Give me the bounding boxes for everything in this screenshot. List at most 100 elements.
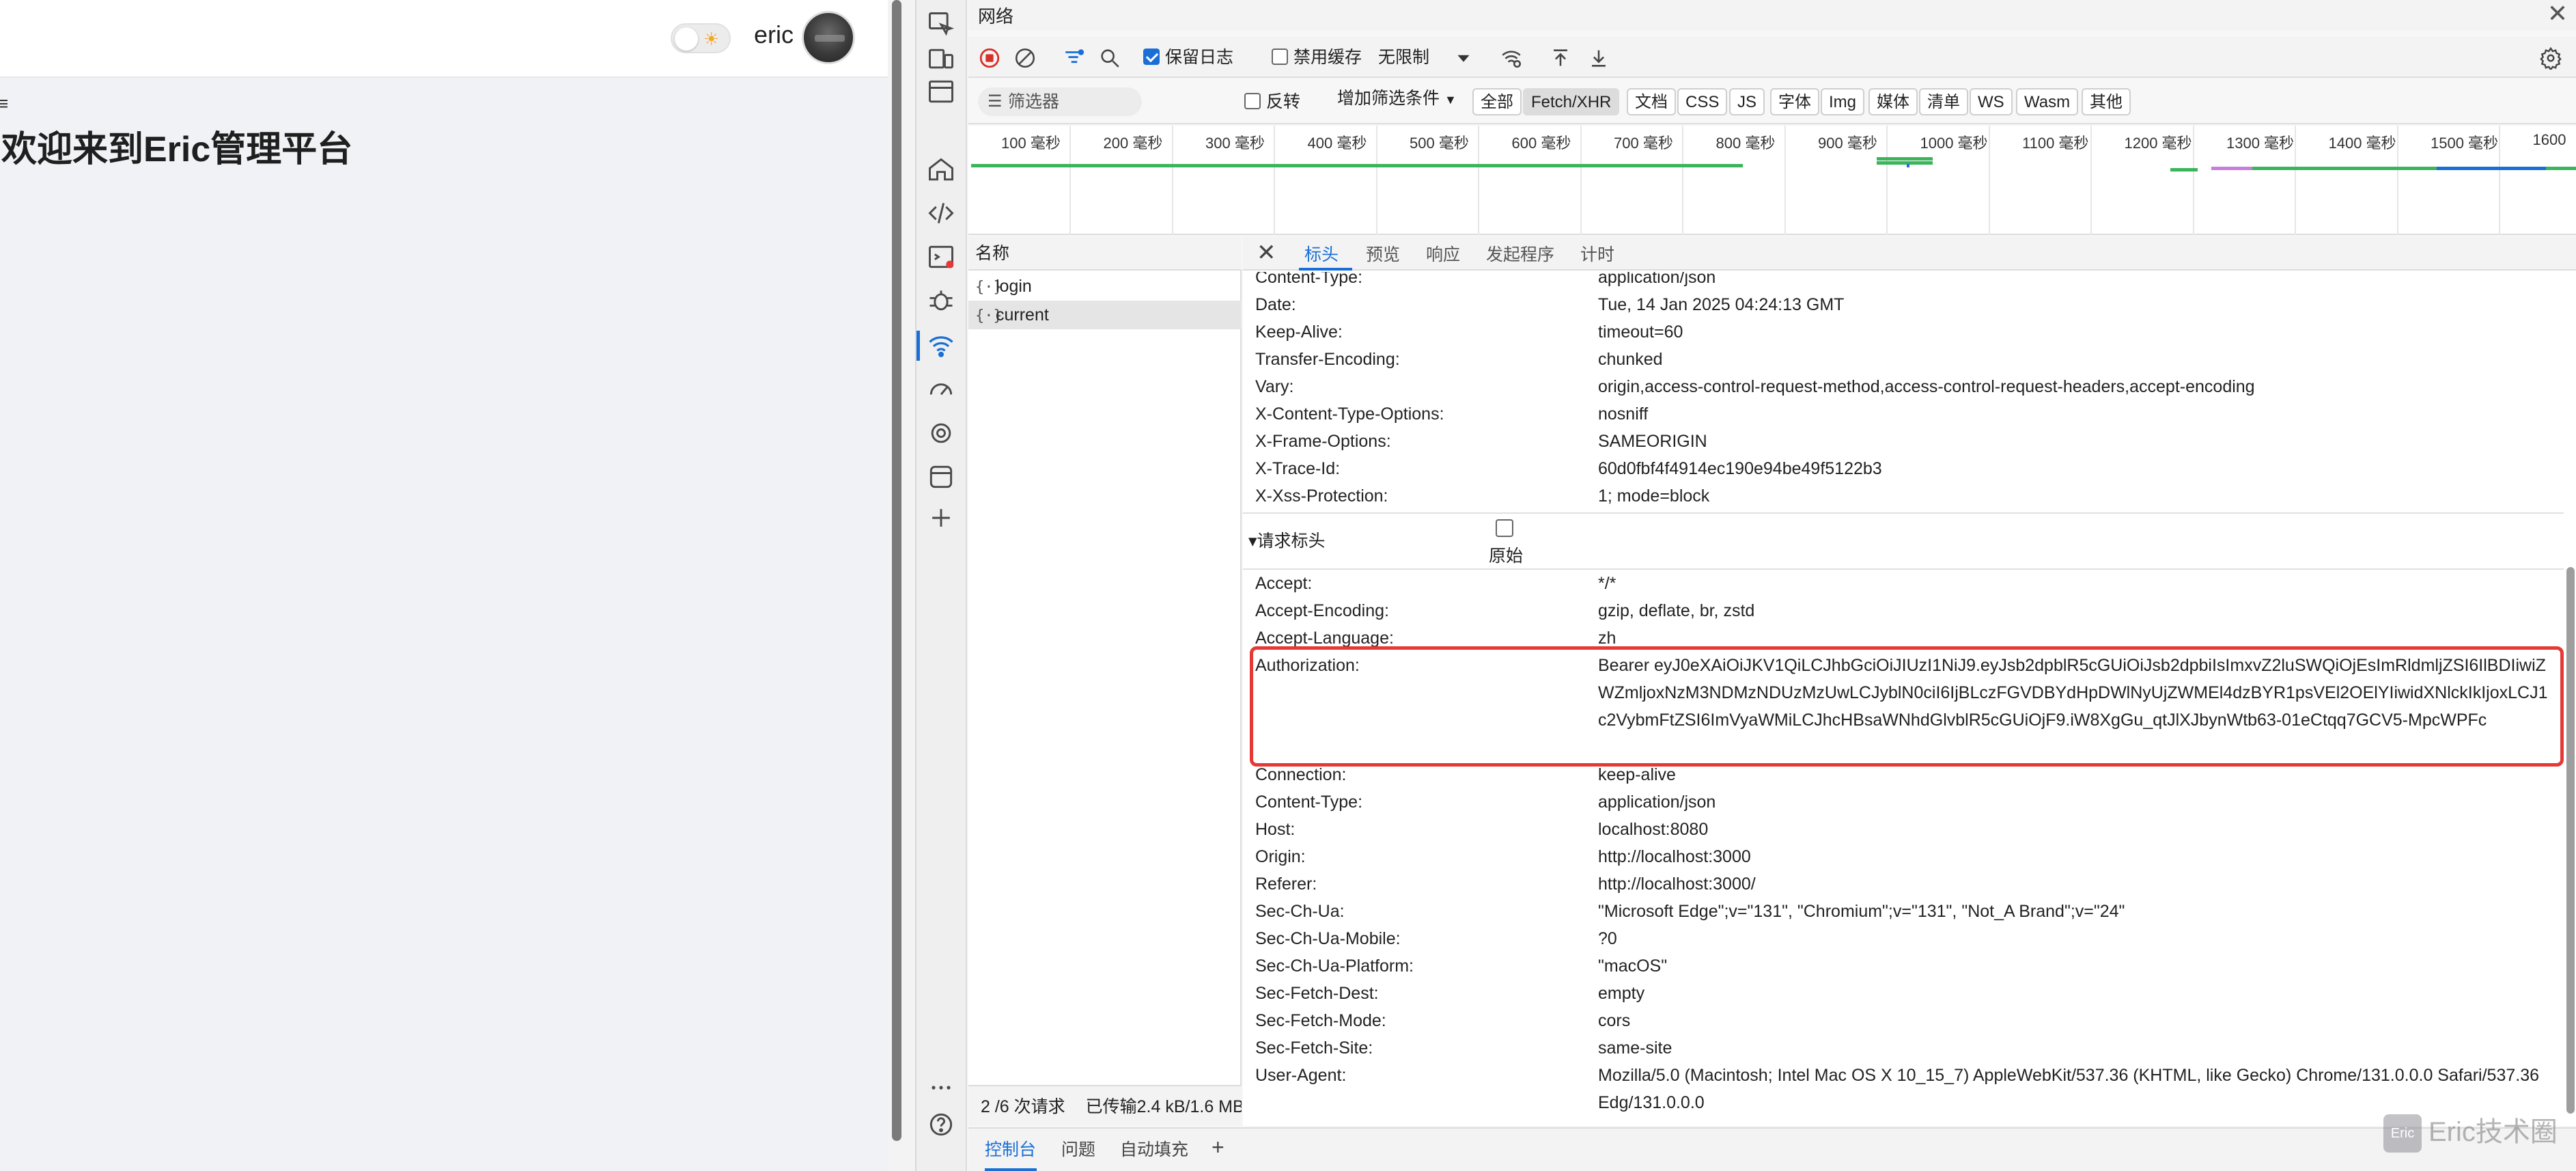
filter-type-chip[interactable]: Fetch/XHR <box>1523 88 1620 115</box>
more-icon[interactable] <box>926 1073 956 1103</box>
filter-type-chip[interactable]: CSS <box>1677 88 1728 115</box>
timeline-request-bar <box>1877 157 1933 161</box>
add-drawer-tab-icon[interactable]: + <box>1212 1135 1224 1159</box>
network-toolbar: 保留日志 禁用缓存 无限制 <box>968 37 2576 78</box>
tab-preview[interactable]: 预览 <box>1366 245 1400 265</box>
header-name: Sec-Ch-Ua-Platform: <box>1255 956 1414 976</box>
console-icon[interactable] <box>926 242 956 272</box>
network-wifi-icon[interactable] <box>926 331 956 361</box>
header-value: localhost:8080 <box>1598 820 1709 839</box>
drawer-tab-autofill[interactable]: 自动填充 <box>1120 1138 1188 1161</box>
filter-type-chip[interactable]: 全部 <box>1472 88 1522 115</box>
name-column-header[interactable]: 名称 <box>968 236 1242 271</box>
header-row-request: Sec-Fetch-Dest: empty <box>1243 980 2564 1007</box>
invert-checkbox[interactable]: 反转 <box>1244 88 1300 115</box>
throttle-value: 无限制 <box>1378 48 1430 67</box>
record-icon[interactable] <box>978 44 1001 71</box>
header-value: Bearer eyJ0eXAiOiJKV1QiLCJhbGciOiJIUzI1N… <box>1598 656 2548 730</box>
tab-headers[interactable]: 标头 <box>1304 245 1339 265</box>
request-row-login[interactable]: {·}login <box>968 272 1242 301</box>
sources-bug-icon[interactable] <box>926 286 956 316</box>
request-row-current[interactable]: {·}current <box>968 301 1242 329</box>
throttle-select[interactable]: 无限制 <box>1378 44 1429 71</box>
header-name: Sec-Fetch-Dest: <box>1255 984 1379 1003</box>
header-value: cors <box>1598 1011 1631 1030</box>
timeline-gridline <box>2090 126 2092 235</box>
menu-icon[interactable]: ≡ <box>0 94 8 113</box>
help-icon[interactable] <box>926 1110 956 1140</box>
filter-type-chip[interactable]: WS <box>1970 88 2013 115</box>
inspect-icon[interactable] <box>926 10 956 40</box>
header-name: X-Content-Type-Options: <box>1255 404 1444 424</box>
transferred-size: 已传输2.4 kB/1.6 MB <box>1085 1097 1242 1116</box>
chevron-down-icon: ▼ <box>1444 93 1457 107</box>
header-row-request: Sec-Ch-Ua-Mobile: ?0 <box>1243 925 2564 952</box>
app-scrollbar[interactable] <box>892 0 901 1141</box>
drawer-tab-console[interactable]: 控制台 <box>985 1138 1036 1161</box>
header-value: http://localhost:3000 <box>1598 847 1751 866</box>
timeline-request-bar <box>2437 167 2546 170</box>
tab-timing[interactable]: 计时 <box>1580 245 1614 265</box>
filter-type-chip[interactable]: 清单 <box>1919 88 1968 115</box>
timeline-gridline <box>1784 126 1786 235</box>
filter-type-chip[interactable]: Img <box>1821 88 1865 115</box>
timeline-tick-label: 100 毫秒 <box>1001 135 1061 152</box>
close-icon[interactable]: ✕ <box>2547 0 2568 27</box>
search-icon[interactable] <box>1098 44 1121 71</box>
avatar[interactable] <box>802 11 855 64</box>
watermark: Eric Eric技术圈 <box>2383 1111 2558 1153</box>
header-value: 60d0fbf4f4914ec190e94be49f5122b3 <box>1598 459 1882 478</box>
header-name: Sec-Fetch-Site: <box>1255 1038 1373 1058</box>
network-overview-timeline[interactable]: 100 毫秒 200 毫秒 300 毫秒 400 毫秒 500 毫秒 600 毫秒 700 … <box>968 126 2576 235</box>
timeline-gridline <box>1478 126 1479 235</box>
window-icon[interactable] <box>926 77 956 107</box>
request-headers-section[interactable]: ▾请求标头 原始 <box>1243 512 2564 570</box>
header-row-response: X-Xss-Protection: 1; mode=block <box>1243 482 2564 510</box>
header-row-request: Origin: http://localhost:3000 <box>1243 843 2564 870</box>
close-detail-icon[interactable]: ✕ <box>1257 239 1276 266</box>
import-har-icon[interactable] <box>1549 44 1572 71</box>
memory-icon[interactable] <box>926 418 956 448</box>
filter-type-chip[interactable]: 其他 <box>2082 88 2131 115</box>
throttle-dropdown-icon[interactable] <box>1452 44 1475 71</box>
export-har-icon[interactable] <box>1587 44 1610 71</box>
detail-scrollbar[interactable] <box>2566 567 2575 1114</box>
performance-icon[interactable] <box>926 374 956 404</box>
add-tool-icon[interactable] <box>926 503 956 533</box>
filter-type-chip[interactable]: 字体 <box>1770 88 1819 115</box>
application-icon[interactable] <box>926 462 956 492</box>
clear-icon[interactable] <box>1013 44 1037 71</box>
network-conditions-icon[interactable] <box>1500 44 1523 71</box>
filter-type-chip[interactable]: Wasm <box>2016 88 2079 115</box>
header-name: X-Xss-Protection: <box>1255 486 1388 506</box>
timeline-tick-label: 1500 毫秒 <box>2431 135 2499 152</box>
device-toggle-icon[interactable] <box>926 44 956 74</box>
filter-type-chip[interactable]: 文档 <box>1627 88 1676 115</box>
timeline-gridline <box>2499 126 2500 235</box>
disable-cache-checkbox[interactable]: 禁用缓存 <box>1272 44 1362 71</box>
tab-response[interactable]: 响应 <box>1426 245 1460 265</box>
xhr-icon: {·} <box>975 307 1003 325</box>
more-filters-dropdown[interactable]: 增加筛选条件 ▼ <box>1337 85 1457 112</box>
preserve-log-checkbox[interactable]: 保留日志 <box>1143 44 1233 71</box>
filter-toggle-icon[interactable] <box>1063 44 1086 71</box>
home-icon[interactable] <box>926 154 956 184</box>
detail-tabs: ✕ 标头 预览 响应 发起程序 计时 <box>1243 236 2576 271</box>
settings-gear-icon[interactable] <box>2539 44 2562 72</box>
header-name: Accept-Language: <box>1255 629 1394 648</box>
devtools-panel: 网络 ✕ 保留日志 禁用缓存 无限制 ☰ 筛选器 反转 增加筛选条件 ▼ 全部 … <box>915 0 2576 1171</box>
tab-initiator[interactable]: 发起程序 <box>1486 245 1554 265</box>
header-row-request: Connection: keep-alive <box>1243 761 2564 788</box>
filter-type-chip[interactable]: JS <box>1729 88 1765 115</box>
elements-icon[interactable] <box>926 198 956 228</box>
watermark-logo: Eric <box>2383 1114 2422 1153</box>
theme-toggle[interactable]: ☀ <box>671 23 731 53</box>
raw-checkbox[interactable] <box>1496 519 1513 537</box>
header-name: X-Frame-Options: <box>1255 432 1391 451</box>
app-header: ☀ eric <box>0 0 888 78</box>
filter-input[interactable]: ☰ 筛选器 <box>978 87 1142 116</box>
header-value: http://localhost:3000/ <box>1598 874 1756 894</box>
drawer-tab-issues[interactable]: 问题 <box>1061 1138 1095 1161</box>
username[interactable]: eric <box>754 20 794 49</box>
filter-type-chip[interactable]: 媒体 <box>1868 88 1918 115</box>
